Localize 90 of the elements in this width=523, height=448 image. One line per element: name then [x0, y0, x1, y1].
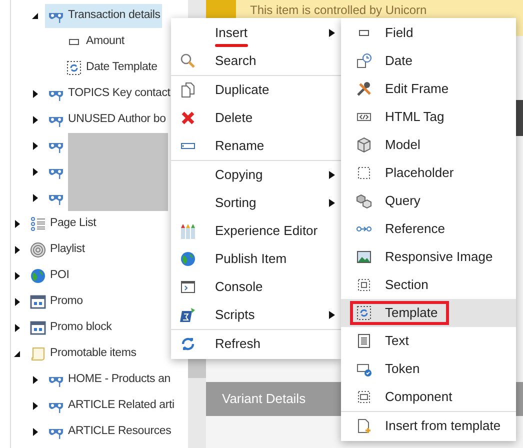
tree-item[interactable]: ARTICLE Resources [45, 420, 174, 444]
menu-item[interactable]: Sorting [171, 189, 341, 217]
collapse-arrow-icon[interactable] [13, 350, 21, 358]
expand-arrow-icon[interactable] [13, 272, 21, 280]
search-icon [180, 53, 196, 69]
menu-item[interactable]: Date [341, 47, 516, 75]
menu-item[interactable]: Insert [171, 19, 341, 47]
calendar-clock-icon [356, 53, 372, 69]
tree-item[interactable]: Transaction details [45, 4, 162, 28]
expand-arrow-icon[interactable] [31, 194, 39, 202]
delete-icon [180, 110, 196, 126]
globe-icon [30, 268, 46, 284]
section-title: Variant Details [222, 390, 306, 408]
console-icon [180, 279, 196, 295]
expand-arrow-icon[interactable] [13, 324, 21, 332]
menu-item[interactable]: Field [341, 19, 516, 47]
tree-item[interactable]: Promotable items [27, 342, 138, 366]
text-icon [356, 333, 372, 349]
component-icon [356, 389, 372, 405]
image-icon [356, 249, 372, 265]
cubes-icon [356, 193, 372, 209]
menu-item[interactable]: Query [341, 187, 516, 215]
duplicate-icon [180, 82, 196, 98]
refresh-icon [180, 336, 196, 352]
template-icon [356, 305, 372, 321]
menu-item[interactable]: Scripts [171, 301, 341, 329]
submenu-arrow-icon [329, 171, 335, 179]
cube-icon [356, 137, 372, 153]
submenu-arrow-icon [329, 199, 335, 207]
menu-item[interactable]: Reference [341, 215, 516, 243]
list-icon [30, 216, 46, 232]
layout-icon [30, 320, 46, 336]
banner-text: This item is controlled by Unicorn [250, 3, 427, 17]
menu-item[interactable]: Section [341, 271, 516, 299]
tools-icon [356, 81, 372, 97]
tree-item[interactable]: Promo block [27, 316, 114, 340]
menu-item[interactable]: Experience Editor [171, 217, 341, 245]
menu-item[interactable]: Responsive Image [341, 243, 516, 271]
menu-item[interactable]: Rename [171, 132, 341, 160]
emphasis-frame: Template [350, 301, 449, 325]
menu-item[interactable]: Search [171, 47, 341, 75]
menu-item[interactable]: Insert from template [341, 412, 516, 440]
menu-item[interactable]: Model [341, 131, 516, 159]
menu-item[interactable]: Template [341, 299, 516, 327]
menu-item[interactable]: Publish Item [171, 245, 341, 273]
new-file-icon [356, 418, 372, 434]
tree-item[interactable]: TOPICS Key contact [45, 82, 172, 106]
tree-item[interactable]: Amount [63, 30, 126, 54]
menu-item[interactable]: Refresh [171, 330, 341, 358]
tree-item[interactable]: Date Template [63, 56, 160, 80]
expand-arrow-icon[interactable] [31, 116, 39, 124]
submenu-arrow-icon [329, 311, 335, 319]
token-icon [356, 361, 372, 377]
scroll-icon [30, 346, 46, 362]
template-icon [66, 60, 82, 76]
scripts-icon [180, 307, 196, 323]
tree-item[interactable]: HOME - Products an [45, 368, 172, 392]
tree-item[interactable]: Page List [27, 212, 98, 236]
menu-item[interactable]: Copying [171, 161, 341, 189]
submenu-arrow-icon [329, 29, 335, 37]
expand-arrow-icon[interactable] [13, 298, 21, 306]
crayons-icon [180, 223, 196, 239]
tree-item[interactable]: Promo [27, 290, 85, 314]
menu-item[interactable]: Duplicate [171, 76, 341, 104]
menu-item[interactable]: Text [341, 327, 516, 355]
menu-item[interactable]: Token [341, 355, 516, 383]
expand-arrow-icon[interactable] [13, 220, 21, 228]
menu-item[interactable]: Console [171, 273, 341, 301]
menu-item[interactable]: Edit Frame [341, 75, 516, 103]
expand-arrow-icon[interactable] [31, 428, 39, 436]
expand-arrow-icon[interactable] [31, 402, 39, 410]
menu-item[interactable]: Placeholder [341, 159, 516, 187]
menu-item[interactable]: Component [341, 383, 516, 411]
disc-icon [30, 242, 46, 258]
tree-item[interactable]: POI [27, 264, 72, 288]
expand-arrow-icon[interactable] [31, 90, 39, 98]
layout-icon [30, 294, 46, 310]
expand-arrow-icon[interactable] [31, 142, 39, 150]
section-icon [356, 277, 372, 293]
dashed-square-icon [356, 165, 372, 181]
expand-arrow-icon[interactable] [31, 376, 39, 384]
menu-item[interactable]: HTML Tag [341, 103, 516, 131]
menu-item[interactable]: Delete [171, 104, 341, 132]
expand-arrow-icon[interactable] [31, 168, 39, 176]
tree-item[interactable]: UNUSED Author bo [45, 108, 168, 132]
globe-icon [180, 251, 196, 267]
tree-item[interactable]: ARTICLE Related arti [45, 394, 176, 418]
collapse-arrow-icon[interactable] [31, 12, 39, 20]
expand-arrow-icon[interactable] [13, 246, 21, 254]
tree-item[interactable]: Playlist [27, 238, 87, 262]
